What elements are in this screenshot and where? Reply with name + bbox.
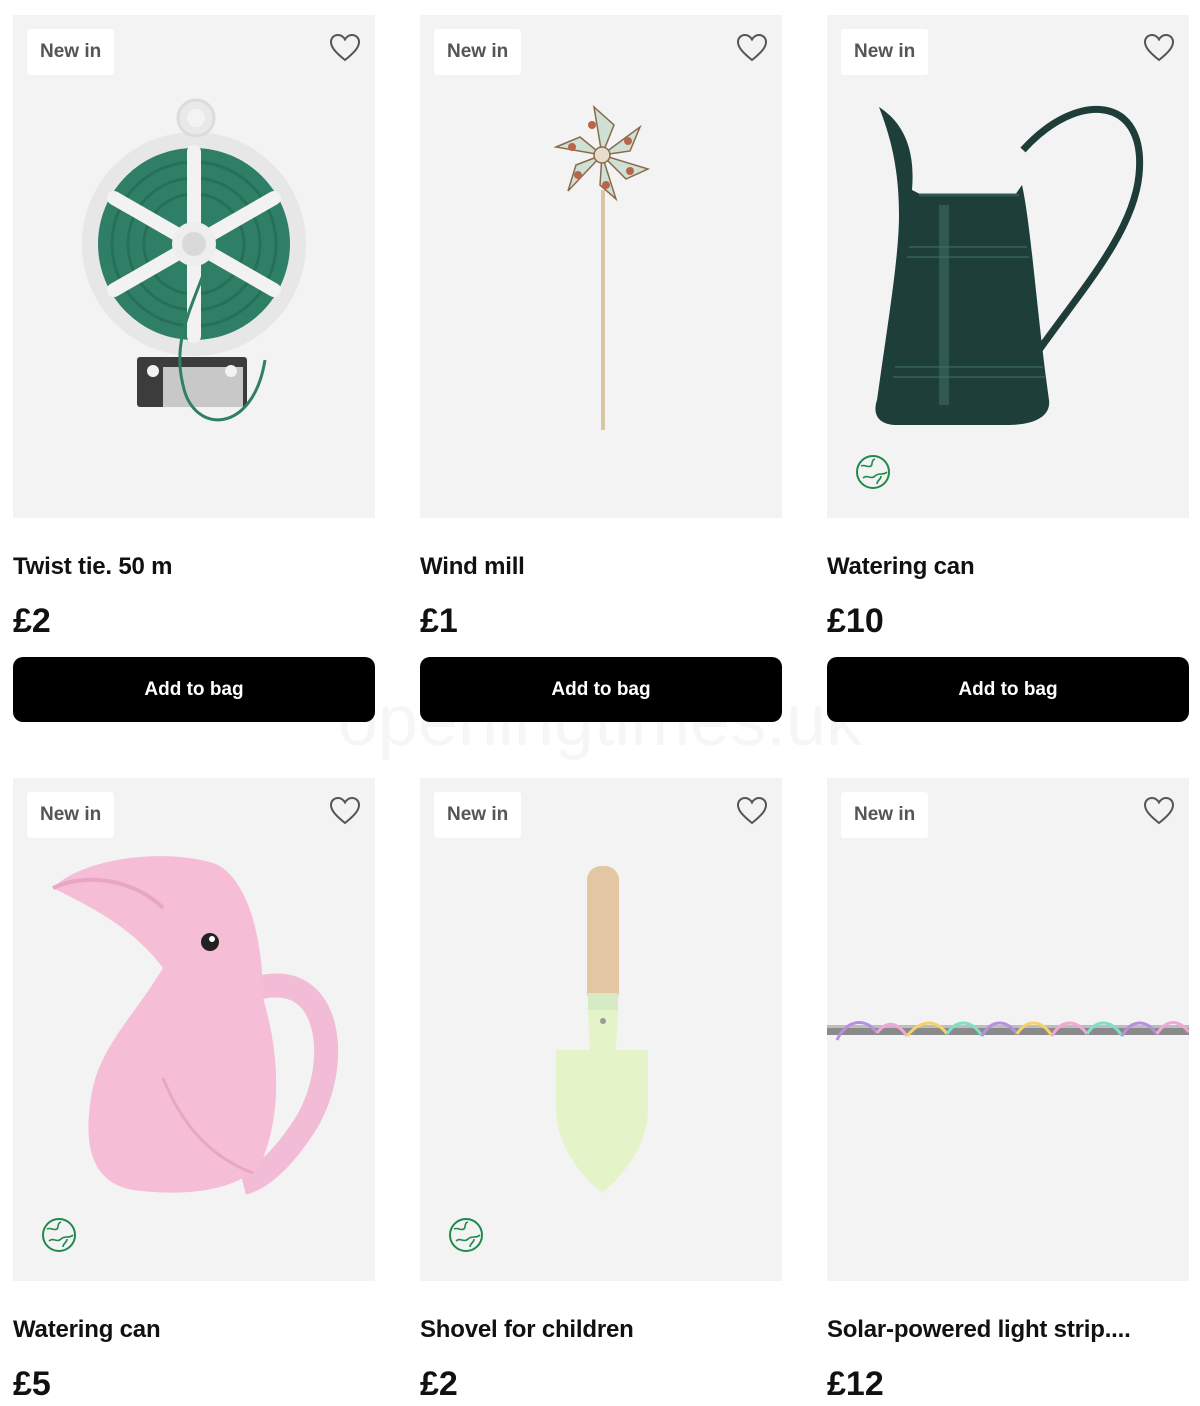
new-in-badge: New in [841, 29, 929, 75]
globe-eco-icon [42, 1218, 76, 1252]
product-image-box[interactable]: New in [827, 778, 1189, 1281]
product-image-box[interactable]: New in [827, 15, 1189, 518]
product-price: £5 [13, 1365, 51, 1403]
new-in-badge: New in [27, 29, 115, 75]
product-image-box[interactable]: New in [13, 15, 375, 518]
kids-trowel-image [556, 866, 648, 1193]
product-card[interactable]: New in Watering can £5 [13, 778, 375, 1404]
green-metal-jug-image [875, 105, 1144, 425]
pinwheel-image [553, 105, 651, 430]
add-to-bag-button[interactable]: Add to bag [827, 657, 1189, 722]
add-to-bag-button[interactable]: Add to bag [13, 657, 375, 722]
add-to-bag-button[interactable]: Add to bag [420, 657, 782, 722]
product-price: £12 [827, 1365, 884, 1403]
product-title[interactable]: Shovel for children [420, 1314, 782, 1346]
product-image-box[interactable]: New in [420, 15, 782, 518]
new-in-badge: New in [841, 792, 929, 838]
heart-outline-icon[interactable] [329, 796, 361, 826]
product-card[interactable]: New in Solar-powered light strip.... £12 [827, 778, 1189, 1404]
product-title[interactable]: Solar-powered light strip.... [827, 1314, 1189, 1346]
product-price: £2 [420, 1365, 458, 1403]
product-card[interactable]: New in Shovel for children £2 [420, 778, 782, 1404]
heart-outline-icon[interactable] [736, 33, 768, 63]
product-title[interactable]: Wind mill [420, 551, 782, 583]
pink-toucan-watering-can-image [52, 856, 339, 1195]
product-card[interactable]: New in Twist tie. 50 m £2 Add to bag [13, 15, 375, 722]
new-in-badge: New in [434, 29, 522, 75]
product-price: £1 [420, 602, 458, 640]
heart-outline-icon[interactable] [736, 796, 768, 826]
product-card[interactable]: New in Wind mill £1 Add to bag [420, 15, 782, 722]
product-title[interactable]: Watering can [827, 551, 1189, 583]
twist-tie-reel-image [82, 98, 306, 422]
new-in-badge: New in [27, 792, 115, 838]
globe-eco-icon [856, 455, 890, 489]
led-light-strip-image [827, 1021, 1189, 1041]
product-image-box[interactable]: New in [13, 778, 375, 1281]
heart-outline-icon[interactable] [329, 33, 361, 63]
product-grid: openingtimes.uk [0, 0, 1200, 1406]
product-title[interactable]: Twist tie. 50 m [13, 551, 375, 583]
product-price: £2 [13, 602, 51, 640]
product-image-box[interactable]: New in [420, 778, 782, 1281]
globe-eco-icon [449, 1218, 483, 1252]
new-in-badge: New in [434, 792, 522, 838]
heart-outline-icon[interactable] [1143, 33, 1175, 63]
product-card[interactable]: New in Watering can £10 Add to bag [827, 15, 1189, 722]
product-title[interactable]: Watering can [13, 1314, 375, 1346]
product-price: £10 [827, 602, 884, 640]
heart-outline-icon[interactable] [1143, 796, 1175, 826]
